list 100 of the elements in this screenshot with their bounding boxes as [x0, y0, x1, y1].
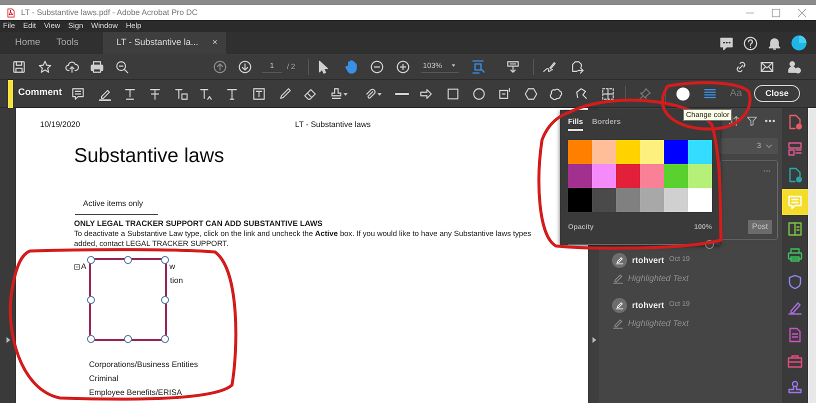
color-swatch[interactable] — [664, 140, 688, 164]
eraser-icon[interactable] — [303, 86, 317, 100]
color-swatch[interactable] — [688, 140, 712, 164]
grid-icon[interactable] — [601, 86, 615, 100]
tree-item-text: w — [169, 262, 176, 272]
close-icon[interactable] — [796, 6, 808, 18]
zoom-out-icon[interactable] — [370, 60, 384, 74]
resize-handle[interactable] — [87, 256, 95, 264]
color-swatch[interactable] — [688, 164, 712, 188]
tab[interactable]: LT - Substantive la... × — [102, 32, 226, 54]
document-icon[interactable] — [787, 327, 803, 344]
maximize-icon[interactable] — [770, 6, 782, 18]
tree-item-link[interactable]: Criminal — [89, 374, 118, 383]
pointer-icon[interactable] — [316, 60, 330, 74]
zoom-in-icon[interactable] — [396, 60, 410, 74]
polygon-icon[interactable] — [524, 86, 538, 100]
color-swatch[interactable] — [664, 164, 688, 188]
sticky-note-icon[interactable] — [71, 86, 85, 100]
color-swatch[interactable] — [640, 140, 664, 164]
tree-item-text: A — [81, 262, 86, 272]
expand-arrow-icon[interactable] — [590, 336, 596, 344]
comment-icon[interactable] — [719, 36, 734, 50]
color-swatch[interactable] — [568, 188, 592, 212]
arrow-icon[interactable] — [419, 86, 433, 100]
line-style-icon[interactable] — [703, 86, 717, 100]
tree-item-link[interactable]: Employee Benefits/ERISA — [89, 388, 182, 397]
color-swatch[interactable] — [568, 164, 592, 188]
filter-label: Active items only — [83, 199, 144, 208]
pin-icon[interactable] — [638, 86, 652, 100]
resize-handle[interactable] — [124, 335, 132, 343]
color-picker[interactable] — [676, 86, 690, 100]
replace-text-icon[interactable] — [173, 86, 189, 100]
color-swatch[interactable] — [592, 164, 616, 188]
print-icon[interactable] — [90, 60, 104, 74]
resize-handle[interactable] — [161, 335, 169, 343]
star-icon[interactable] — [38, 60, 52, 74]
mail-icon[interactable] — [760, 60, 774, 74]
text-box-icon[interactable] — [252, 86, 266, 100]
color-swatch[interactable] — [640, 188, 664, 212]
link-icon[interactable] — [734, 60, 748, 74]
comment-text: Highlighted Text — [628, 272, 689, 285]
tab[interactable]: Tools — [48, 32, 87, 54]
hand-icon[interactable] — [344, 59, 358, 74]
strikethrough-icon[interactable] — [148, 86, 162, 100]
bell-icon[interactable] — [767, 36, 782, 50]
color-swatch[interactable] — [616, 188, 640, 212]
pen-icon — [615, 256, 624, 265]
underline-text-icon[interactable] — [123, 86, 137, 100]
caret-icon — [450, 62, 458, 69]
signature-icon[interactable] — [542, 60, 556, 74]
pen-icon — [615, 300, 624, 310]
chevron-icon — [765, 142, 773, 150]
document-title: Substantive laws — [74, 144, 224, 168]
add-user-icon[interactable] — [787, 60, 801, 74]
help-icon[interactable] — [743, 36, 758, 50]
circle-icon[interactable] — [472, 86, 486, 100]
save-icon[interactable] — [12, 60, 26, 74]
color-swatch[interactable] — [616, 164, 640, 188]
color-swatch[interactable] — [664, 188, 688, 212]
tree-item-text: tion — [170, 276, 183, 285]
rectangle-annotation[interactable] — [89, 258, 167, 341]
resize-handle[interactable] — [161, 256, 169, 264]
comment-author: rtohvert — [632, 298, 664, 312]
resize-handle[interactable] — [124, 256, 132, 264]
document-plus-icon[interactable] — [787, 114, 803, 130]
close-button[interactable]: Close — [754, 85, 800, 102]
tree-item-link[interactable]: Corporations/Business Entities — [89, 360, 198, 369]
polyline-icon[interactable] — [575, 86, 589, 100]
avatar-icon[interactable] — [791, 35, 807, 51]
text-callout-icon[interactable] — [498, 86, 512, 100]
resize-handle[interactable] — [161, 296, 169, 304]
cloud-upload-icon[interactable] — [65, 60, 79, 74]
zoom-icon[interactable] — [115, 60, 129, 74]
resize-handle[interactable] — [87, 335, 95, 343]
cloud-icon[interactable] — [549, 86, 563, 100]
filter-icon[interactable] — [746, 115, 758, 127]
pencil-icon[interactable] — [278, 86, 292, 100]
send-icon[interactable] — [570, 60, 584, 74]
scroll-icon[interactable] — [506, 60, 520, 74]
insert-text-icon[interactable] — [199, 86, 213, 100]
pen-icon[interactable] — [787, 300, 803, 316]
collapse-icon[interactable] — [74, 264, 80, 270]
expand-arrow-icon[interactable] — [5, 336, 11, 344]
rectangle-icon[interactable] — [446, 86, 460, 100]
color-swatch[interactable] — [592, 188, 616, 212]
resize-handle[interactable] — [87, 296, 95, 304]
split-panel-icon[interactable] — [787, 220, 803, 237]
printer-icon[interactable] — [787, 247, 803, 264]
toolbar-title: Comment — [18, 86, 62, 100]
close-tab-button[interactable]: × — [212, 36, 218, 50]
color-swatch[interactable] — [616, 140, 640, 164]
layout-icon[interactable] — [787, 140, 803, 157]
document-arrow-icon[interactable] — [787, 167, 803, 184]
color-swatch[interactable] — [640, 164, 664, 188]
color-swatch[interactable] — [568, 140, 592, 164]
color-swatch[interactable] — [688, 188, 712, 212]
tab[interactable]: Home — [7, 32, 48, 54]
color-swatch[interactable] — [592, 140, 616, 164]
text-icon[interactable] — [225, 86, 239, 100]
shield-icon[interactable] — [787, 274, 803, 290]
